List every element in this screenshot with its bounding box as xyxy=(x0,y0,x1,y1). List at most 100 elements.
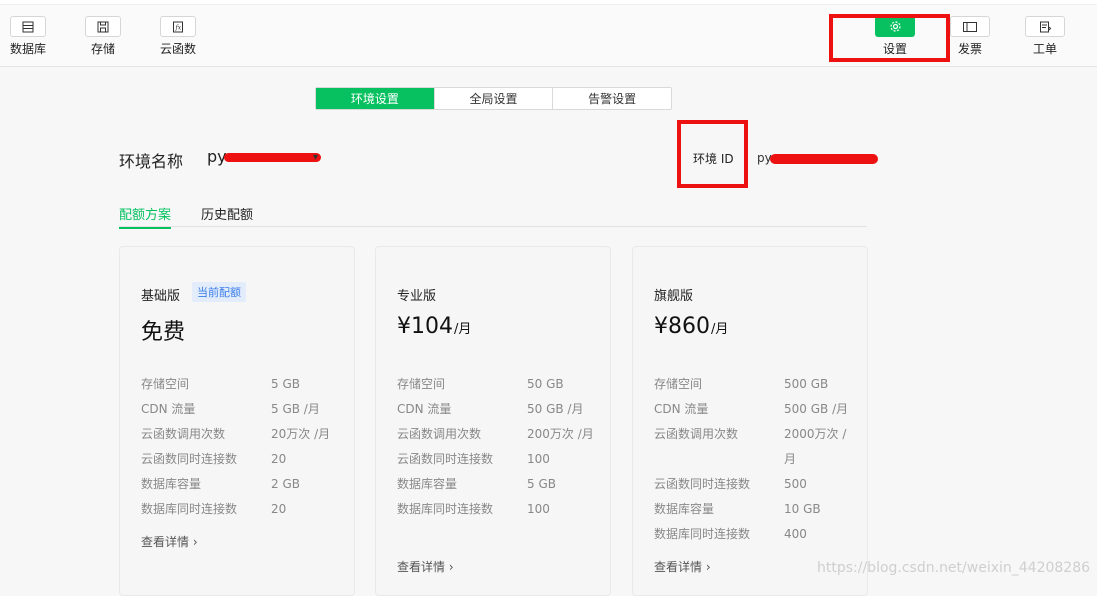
spec-row: 云函数同时连接数 500 xyxy=(654,472,854,497)
spec-value: 10 GB xyxy=(784,502,821,516)
spec-value: 50 GB /月 xyxy=(527,402,584,416)
redaction-scribble xyxy=(224,153,321,162)
spec-key: CDN 流量 xyxy=(654,402,709,416)
spec-value: 500 GB xyxy=(784,377,829,391)
plan-card-basic: 基础版 当前配额 免费 存储空间 5 GB CDN 流量 5 GB /月 云函数调用… xyxy=(119,246,355,596)
toolbar-storage-button[interactable]: 存储 xyxy=(73,16,133,56)
spec-key: 云函数同时连接数 xyxy=(141,452,238,466)
quota-subtabs: 配额方案 历史配额 xyxy=(119,204,867,229)
spec-value: 5 GB xyxy=(527,477,556,491)
spec-key: 数据库容量 xyxy=(397,477,458,491)
toolbar-invoice-button[interactable]: 发票 xyxy=(940,16,1000,56)
spec-row: 云函数同时连接数 100 xyxy=(397,447,597,472)
spec-row: 存储空间 5 GB xyxy=(141,372,341,397)
invoice-icon xyxy=(950,16,990,37)
spec-key: 数据库同时连接数 xyxy=(654,527,751,541)
gear-icon xyxy=(875,16,915,37)
plan-price: 免费 xyxy=(141,314,185,346)
plan-price-unit: /月 xyxy=(711,322,729,337)
spec-row: CDN 流量 50 GB /月 xyxy=(397,397,597,422)
toolbar-storage-label: 存储 xyxy=(90,42,115,56)
spec-row: 数据库容量 10 GB xyxy=(654,497,854,522)
plan-price-amount: 免费 xyxy=(141,320,186,345)
view-details-link[interactable]: 查看详情 › xyxy=(141,533,198,550)
spec-key: CDN 流量 xyxy=(397,402,452,416)
spec-key: 存储空间 xyxy=(397,377,446,391)
plan-price-amount: ¥104 xyxy=(397,314,453,339)
chevron-down-icon[interactable]: ▾ xyxy=(313,152,318,163)
spec-key: 存储空间 xyxy=(141,377,190,391)
database-icon xyxy=(10,16,46,37)
tab-alert-settings[interactable]: 告警设置 xyxy=(552,88,671,109)
plan-spec-list: 存储空间 500 GB CDN 流量 500 GB /月 云函数调用次数 2000万次… xyxy=(654,372,854,547)
spec-value: 500 GB /月 xyxy=(784,402,849,416)
plan-spec-list: 存储空间 50 GB CDN 流量 50 GB /月 云函数调用次数 200万次 /月… xyxy=(397,372,597,522)
spec-row: 数据库同时连接数 400 xyxy=(654,522,854,547)
spec-row: 数据库容量 2 GB xyxy=(141,472,341,497)
spec-key: CDN 流量 xyxy=(141,402,196,416)
plan-price-unit: /月 xyxy=(454,322,472,337)
spec-row: 数据库同时连接数 20 xyxy=(141,497,341,522)
toolbar-ticket-label: 工单 xyxy=(1032,42,1057,56)
view-details-link[interactable]: 查看详情 › xyxy=(397,558,454,575)
spec-row: 云函数调用次数 2000万次 /月 xyxy=(654,422,854,472)
spec-row: 数据库同时连接数 100 xyxy=(397,497,597,522)
plan-price: ¥104/月 xyxy=(397,314,471,339)
spec-key: 数据库容量 xyxy=(141,477,202,491)
plan-price-amount: ¥860 xyxy=(654,314,710,339)
toolbar-cloud-function-label: 云函数 xyxy=(159,42,196,56)
spec-value: 50 GB xyxy=(527,377,564,391)
save-icon xyxy=(85,16,121,37)
spec-value: 400 xyxy=(784,527,807,541)
spec-row: CDN 流量 5 GB /月 xyxy=(141,397,341,422)
toolbar-database-button[interactable]: 数据库 xyxy=(0,16,58,56)
spec-key: 云函数调用次数 xyxy=(654,427,739,441)
tab-global-settings[interactable]: 全局设置 xyxy=(433,88,553,109)
spec-value: 100 xyxy=(527,452,550,466)
toolbar-invoice-label: 发票 xyxy=(957,42,982,56)
spec-value: 500 xyxy=(784,477,807,491)
spec-value: 200万次 /月 xyxy=(527,427,594,441)
spec-value: 100 xyxy=(527,502,550,516)
subtab-quota-plan[interactable]: 配额方案 xyxy=(119,204,172,229)
spec-key: 云函数调用次数 xyxy=(397,427,482,441)
spec-key: 数据库同时连接数 xyxy=(141,502,238,516)
plan-price: ¥860/月 xyxy=(654,314,728,339)
spec-key: 存储空间 xyxy=(654,377,703,391)
environment-name-label: 环境名称 xyxy=(119,152,184,171)
spec-row: 云函数同时连接数 20 xyxy=(141,447,341,472)
plan-card-pro: 专业版 ¥104/月 存储空间 50 GB CDN 流量 50 GB /月 云函数调… xyxy=(375,246,611,596)
subtab-quota-history[interactable]: 历史配额 xyxy=(201,204,253,227)
spec-row: CDN 流量 500 GB /月 xyxy=(654,397,854,422)
watermark-text: https://blog.csdn.net/weixin_44208286 xyxy=(817,560,1091,576)
spec-key: 云函数调用次数 xyxy=(141,427,226,441)
function-icon: fx xyxy=(160,16,196,37)
toolbar-settings-button[interactable]: 设置 xyxy=(865,16,925,56)
plan-title: 基础版 xyxy=(141,289,181,304)
toolbar-ticket-button[interactable]: 工单 xyxy=(1015,16,1075,56)
spec-key: 数据库容量 xyxy=(654,502,715,516)
toolbar-cloud-function-button[interactable]: fx 云函数 xyxy=(148,16,208,56)
spec-value: 20 xyxy=(271,452,287,466)
current-plan-badge: 当前配额 xyxy=(192,282,246,302)
spec-value: 2000万次 /月 xyxy=(784,427,847,466)
view-details-link[interactable]: 查看详情 › xyxy=(654,558,711,575)
window-top-edge xyxy=(0,0,1097,5)
plan-card-flagship: 旗舰版 ¥860/月 存储空间 500 GB CDN 流量 500 GB /月 云函… xyxy=(632,246,868,596)
environment-id-label: 环境 ID xyxy=(693,152,734,166)
redaction-scribble xyxy=(770,154,878,164)
spec-row: 云函数调用次数 20万次 /月 xyxy=(141,422,341,447)
top-toolbar: 数据库 存储 fx 云函数 设置 发票 工单 xyxy=(0,0,1097,67)
svg-text:fx: fx xyxy=(175,24,182,31)
spec-key: 数据库同时连接数 xyxy=(397,502,494,516)
toolbar-database-label: 数据库 xyxy=(9,42,46,56)
spec-row: 存储空间 50 GB xyxy=(397,372,597,397)
spec-value: 5 GB /月 xyxy=(271,402,320,416)
spec-value: 20万次 /月 xyxy=(271,427,331,441)
tab-environment-settings[interactable]: 环境设置 xyxy=(316,88,434,109)
plan-spec-list: 存储空间 5 GB CDN 流量 5 GB /月 云函数调用次数 20万次 /月 云函… xyxy=(141,372,341,522)
toolbar-settings-label: 设置 xyxy=(882,42,907,56)
spec-value: 20 xyxy=(271,502,287,516)
spec-row: 数据库容量 5 GB xyxy=(397,472,597,497)
settings-tabs: 环境设置 全局设置 告警设置 xyxy=(315,87,672,110)
